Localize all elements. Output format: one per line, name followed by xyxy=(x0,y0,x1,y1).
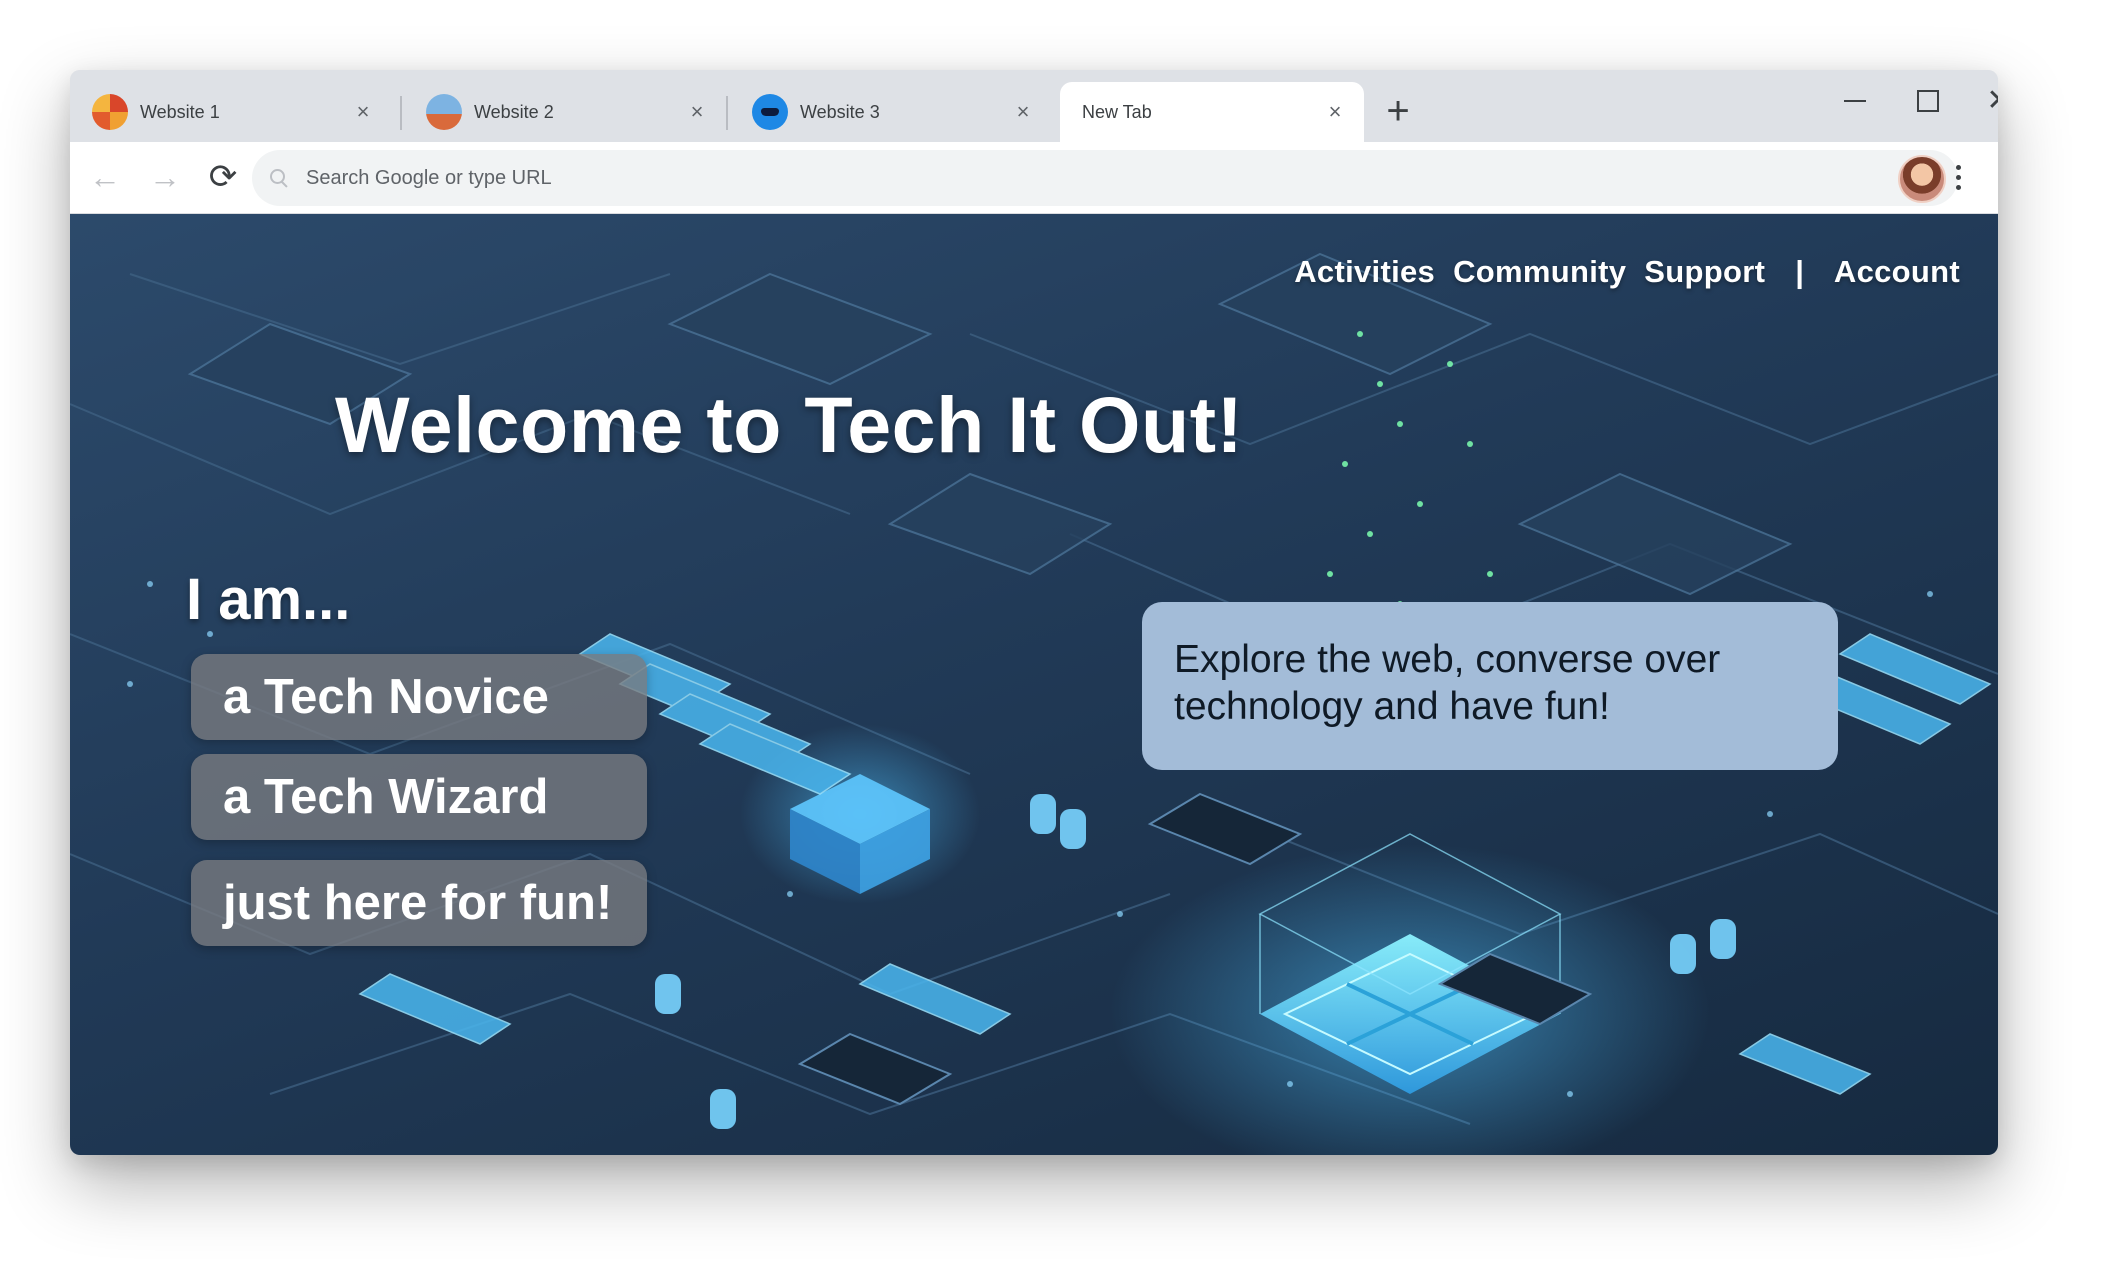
page-title: Welcome to Tech It Out! xyxy=(335,380,1244,469)
tab-divider xyxy=(726,96,728,130)
nav-support[interactable]: Support xyxy=(1644,254,1765,290)
persona-prompt: I am... xyxy=(186,567,351,632)
website-2-favicon-icon xyxy=(426,94,462,130)
close-icon[interactable]: × xyxy=(1012,101,1034,123)
nav-separator: | xyxy=(1795,254,1804,289)
search-icon xyxy=(270,169,288,187)
maximize-button[interactable] xyxy=(1900,74,1954,128)
website-1-favicon-icon xyxy=(92,94,128,130)
more-menu-icon[interactable] xyxy=(1948,160,1968,196)
website-3-favicon-icon xyxy=(752,94,788,130)
tab-title: New Tab xyxy=(1082,101,1152,122)
tab-website-3[interactable]: Website 3 × xyxy=(730,82,1052,142)
new-tab-button[interactable]: + xyxy=(1378,91,1418,132)
tab-title: Website 3 xyxy=(800,101,880,122)
browser-window: Website 1 × Website 2 × Website 3 × New … xyxy=(70,70,1998,1155)
nav-account[interactable]: Account xyxy=(1834,254,1960,290)
close-icon[interactable]: × xyxy=(1324,101,1346,123)
nav-activities[interactable]: Activities xyxy=(1294,254,1435,290)
tech-novice-button[interactable]: a Tech Novice xyxy=(191,654,647,740)
web-page: Activities Community Support | Account W… xyxy=(70,214,1998,1155)
browser-toolbar: ← → ⟳ ☆ xyxy=(70,142,1998,214)
minimize-button[interactable] xyxy=(1828,74,1882,128)
here-for-fun-button[interactable]: just here for fun! xyxy=(191,860,647,946)
tab-website-2[interactable]: Website 2 × xyxy=(404,82,726,142)
address-bar[interactable]: ☆ xyxy=(252,150,1958,206)
profile-avatar[interactable] xyxy=(1898,155,1946,203)
window-close-button[interactable]: ✕ xyxy=(1972,74,1998,128)
back-arrow-icon[interactable]: ← xyxy=(84,156,126,198)
tagline-box: Explore the web, converse over technolog… xyxy=(1142,602,1838,770)
reload-icon[interactable]: ⟳ xyxy=(202,156,244,198)
address-input[interactable] xyxy=(304,165,1910,191)
tab-strip: Website 1 × Website 2 × Website 3 × New … xyxy=(70,70,1998,142)
tech-wizard-button[interactable]: a Tech Wizard xyxy=(191,754,647,840)
close-icon[interactable]: × xyxy=(686,101,708,123)
forward-arrow-icon[interactable]: → xyxy=(144,156,186,198)
tab-divider xyxy=(400,96,402,130)
tab-title: Website 1 xyxy=(140,101,220,122)
site-nav: Activities Community Support | Account xyxy=(1294,254,1960,290)
tab-new-tab[interactable]: New Tab × xyxy=(1060,82,1364,142)
tab-title: Website 2 xyxy=(474,101,554,122)
nav-community[interactable]: Community xyxy=(1453,254,1626,290)
tab-website-1[interactable]: Website 1 × xyxy=(70,82,392,142)
close-icon[interactable]: × xyxy=(352,101,374,123)
